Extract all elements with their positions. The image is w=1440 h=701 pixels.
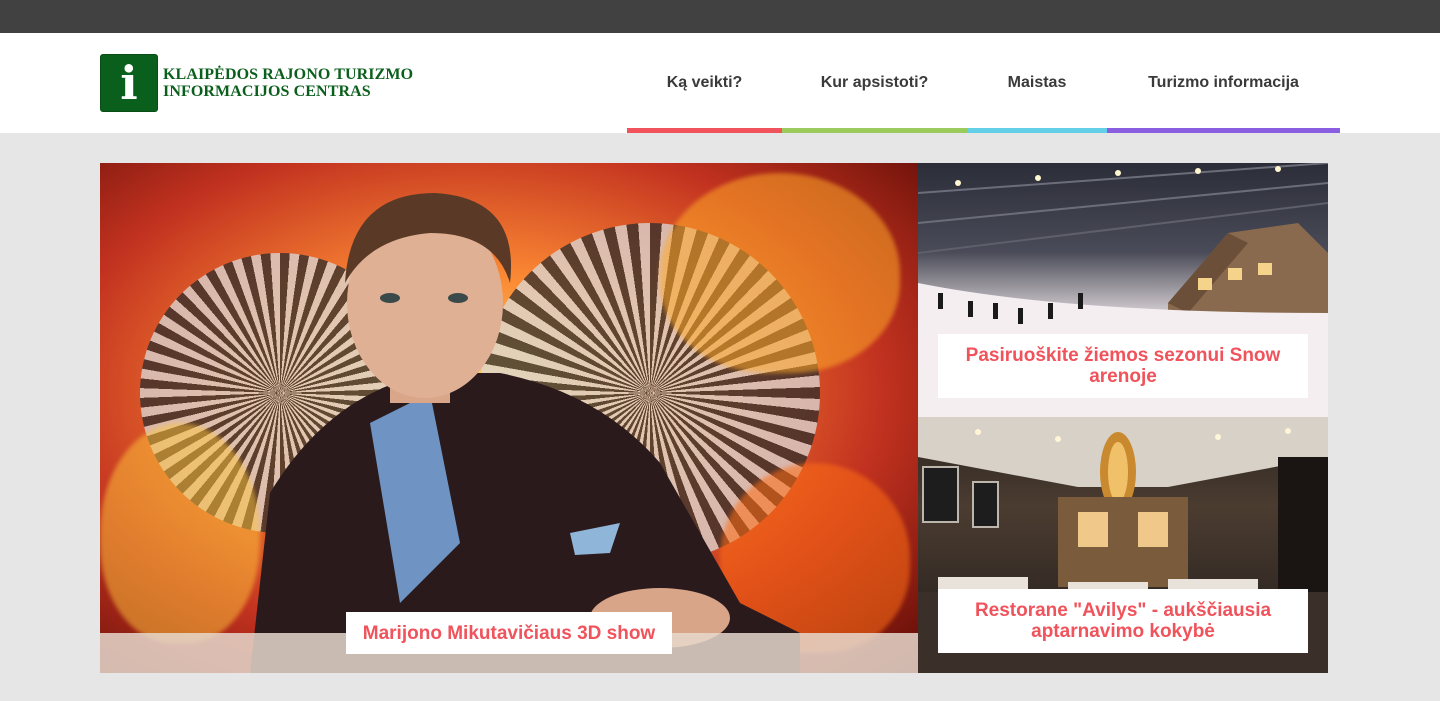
nav-accent-bar	[967, 128, 1107, 133]
nav-item-turizmo-informacija[interactable]: Turizmo informacija	[1107, 33, 1340, 133]
nav-accent-bar	[627, 128, 782, 133]
main-nav: Ką veikti? Kur apsistoti? Maistas Turizm…	[627, 33, 1340, 133]
nav-accent-bar	[782, 128, 967, 133]
feature-caption-restaurant[interactable]: Restorane "Avilys" - aukščiausia aptarna…	[938, 589, 1308, 653]
feature-caption-snow-arena[interactable]: Pasiruoškite žiemos sezonui Snow arenoje	[938, 334, 1308, 398]
site-header: i KLAIPĖDOS RAJONO TURIZMO INFORMACIJOS …	[0, 33, 1440, 133]
logo-line-1: KLAIPĖDOS RAJONO TURIZMO	[163, 66, 414, 83]
nav-item-ka-veikti[interactable]: Ką veikti?	[627, 33, 782, 133]
info-icon: i	[100, 54, 158, 112]
feature-tile-restaurant[interactable]: Restorane "Avilys" - aukščiausia aptarna…	[918, 417, 1328, 673]
feature-caption-show[interactable]: Marijono Mikutavičiaus 3D show	[346, 612, 672, 654]
nav-item-label: Maistas	[1007, 74, 1067, 91]
performer-photo	[100, 193, 918, 673]
nav-item-kur-apsistoti[interactable]: Kur apsistoti?	[782, 33, 967, 133]
nav-item-label: Kur apsistoti?	[820, 74, 929, 91]
nav-item-label: Turizmo informacija	[1148, 74, 1299, 91]
nav-accent-bar	[1107, 128, 1340, 133]
logo-line-2: INFORMACIJOS CENTRAS	[163, 83, 371, 100]
nav-item-label: Ką veikti?	[666, 74, 743, 91]
top-bar	[0, 0, 1440, 33]
feature-tile-show[interactable]: Marijono Mikutavičiaus 3D show	[100, 163, 918, 673]
hero-grid: Marijono Mikutavičiaus 3D show Pasiruošk…	[100, 163, 1328, 673]
nav-item-maistas[interactable]: Maistas	[967, 33, 1107, 133]
logo-text: KLAIPĖDOS RAJONO TURIZMO INFORMACIJOS CE…	[163, 66, 413, 100]
site-logo[interactable]: i KLAIPĖDOS RAJONO TURIZMO INFORMACIJOS …	[100, 53, 430, 113]
feature-tile-snow-arena[interactable]: Pasiruoškite žiemos sezonui Snow arenoje	[918, 163, 1328, 417]
